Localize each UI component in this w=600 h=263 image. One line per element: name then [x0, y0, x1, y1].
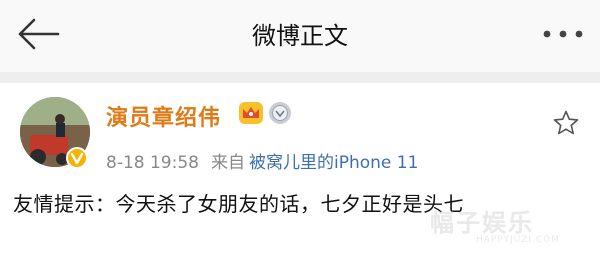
section-divider [0, 72, 600, 83]
post-text: 友情提示：今天杀了女朋友的话，七夕正好是头七 [13, 192, 464, 216]
page-title: 微博正文 [252, 22, 348, 50]
top-nav-bar: 微博正文 [0, 0, 600, 72]
post-meta: 8-18 19:58 来自 被窝儿里的iPhone 11 [106, 148, 418, 173]
weibo-post: 演员章绍伟 8-18 19:58 来自 被窝儿里的iPhone 11 友情提示：今天… [0, 83, 600, 263]
username[interactable]: 演员章绍伟 [106, 100, 221, 132]
watermark-subtext: HAPPYJUZI.COM [476, 235, 560, 245]
source-prefix: 来自 [210, 153, 245, 173]
more-dots-icon[interactable] [540, 24, 586, 44]
crown-badge-icon[interactable] [238, 101, 264, 125]
star-icon[interactable] [552, 109, 580, 137]
watermark: 幅子娱乐 HAPPYJUZI.COM [430, 203, 590, 259]
post-time: 8-18 19:58 [106, 153, 199, 173]
medal-badge-icon[interactable] [268, 101, 292, 125]
verified-v-icon [66, 147, 88, 169]
post-source-link[interactable]: 被窝儿里的iPhone 11 [249, 153, 418, 173]
watermark-text: 幅子娱乐 [430, 209, 534, 237]
